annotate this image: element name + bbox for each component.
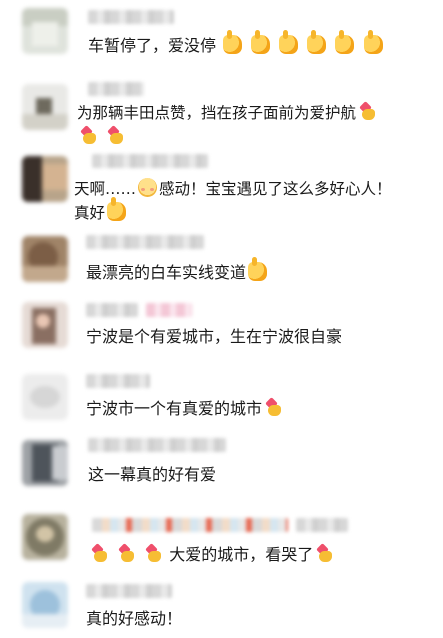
comment-item[interactable]: 宁波是个有爱城市，生在宁波很自豪 [0, 298, 443, 368]
username-blurred[interactable] [296, 518, 348, 532]
comment-item[interactable]: 天啊…… 感动！宝宝遇见了这么多好心人！ 真好 [0, 150, 443, 230]
finger-heart-icon [144, 543, 162, 563]
username-blurred[interactable] [86, 584, 172, 598]
avatar[interactable] [22, 84, 68, 130]
comment-text: 车暂停了，爱没停 [88, 30, 385, 59]
comment-text: 天啊…… 感动！宝宝遇见了这么多好心人！ [74, 178, 392, 198]
username-blurred[interactable] [146, 303, 192, 317]
finger-heart-icon [106, 125, 124, 145]
finger-heart-icon [264, 397, 282, 417]
ok-hand-icon [107, 197, 127, 221]
username-blurred[interactable] [86, 235, 204, 249]
username-blurred[interactable] [88, 438, 226, 452]
comment-item[interactable]: 这一幕真的好有爱 [0, 430, 443, 502]
finger-heart-icon [79, 125, 97, 145]
ok-hand-icon [335, 30, 355, 54]
ok-hand-icon [251, 30, 271, 54]
comment-text: 真的好感动！ [86, 609, 183, 628]
comment-item[interactable]: 最漂亮的白车实线变道 [0, 230, 443, 298]
comment-item[interactable]: 为那辆丰田点赞，挡在孩子面前为爱护航 [0, 72, 443, 150]
ok-hand-icon [248, 257, 268, 281]
finger-heart-icon [90, 543, 108, 563]
ok-hand-icon [223, 30, 243, 54]
avatar[interactable] [22, 236, 68, 282]
comment-text-line2 [77, 124, 126, 150]
username-blurred[interactable] [88, 82, 144, 96]
finger-heart-icon [117, 543, 135, 563]
avatar[interactable] [22, 156, 68, 202]
avatar[interactable] [22, 8, 68, 54]
comment-item[interactable]: 车暂停了，爱没停 [0, 0, 443, 78]
comment-text: 宁波是个有爱城市，生在宁波很自豪 [86, 327, 343, 346]
username-blurred[interactable] [86, 303, 138, 317]
blush-face-icon [138, 178, 158, 197]
comment-text: 最漂亮的白车实线变道 [86, 257, 269, 286]
avatar[interactable] [22, 440, 68, 486]
username-blurred[interactable] [92, 154, 208, 168]
avatar[interactable] [22, 302, 68, 348]
avatar[interactable] [22, 514, 68, 560]
ok-hand-icon [307, 30, 327, 54]
ok-hand-icon [279, 30, 299, 54]
finger-heart-icon [358, 101, 376, 121]
comment-text-line2: 真好 [74, 197, 128, 226]
avatar[interactable] [22, 374, 68, 420]
ok-hand-icon [363, 30, 383, 54]
avatar[interactable] [22, 582, 68, 628]
comment-text: 这一幕真的好有爱 [88, 465, 217, 484]
comment-text: 大爱的城市，看哭了 [88, 542, 335, 568]
comment-item[interactable]: 真的好感动！ [0, 578, 443, 638]
username-blurred[interactable] [92, 518, 288, 532]
username-blurred[interactable] [88, 10, 174, 24]
comment-item[interactable]: 大爱的城市，看哭了 [0, 502, 443, 578]
finger-heart-icon [315, 543, 333, 563]
comment-item[interactable]: 宁波市一个有真爱的城市 [0, 368, 443, 430]
username-blurred[interactable] [86, 374, 150, 388]
comment-text: 宁波市一个有真爱的城市 [86, 396, 284, 422]
comment-text: 为那辆丰田点赞，挡在孩子面前为爱护航 [77, 100, 378, 126]
